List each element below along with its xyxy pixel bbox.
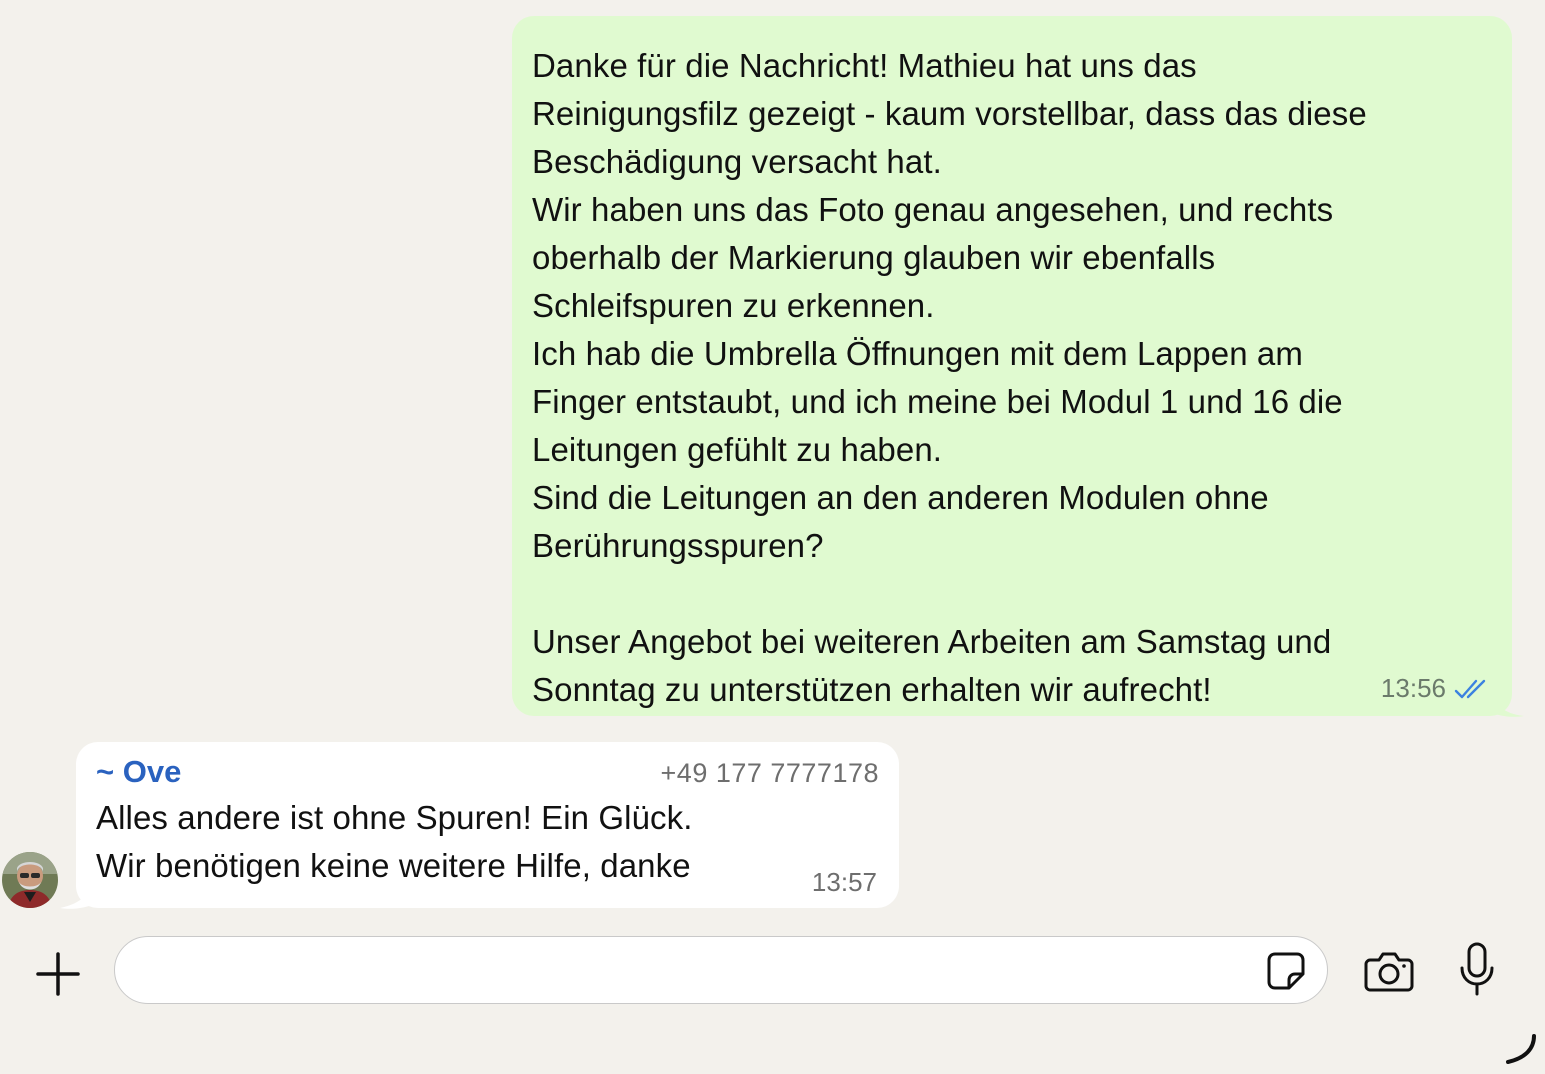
incoming-message-text: Alles andere ist ohne Spuren! Ein Glück.… [96,799,693,884]
incoming-message-bubble[interactable]: ~ Ove +49 177 7777178 Alles andere ist o… [76,742,899,908]
microphone-icon[interactable] [1458,942,1496,998]
double-check-read-icon [1454,679,1486,698]
chat-area[interactable]: Danke für die Nachricht! Mathieu hat uns… [0,0,1545,920]
outgoing-message-time: 13:56 [1380,673,1446,703]
incoming-message-time: 13:57 [811,867,877,897]
sticker-icon[interactable] [1265,950,1307,992]
plus-icon[interactable] [32,948,84,1000]
sender-phone: +49 177 7777178 [660,758,879,788]
outgoing-message-bubble[interactable]: Danke für die Nachricht! Mathieu hat uns… [512,16,1512,716]
user-avatar[interactable] [2,852,58,908]
avatar-icon [2,852,58,908]
message-composer [0,920,1545,1074]
outgoing-message-text: Danke für die Nachricht! Mathieu hat uns… [532,47,1367,708]
message-input[interactable] [114,936,1328,1004]
outgoing-bubble-tail [1490,690,1524,717]
incoming-message-header: ~ Ove +49 177 7777178 [96,754,879,794]
loading-indicator-icon [1506,1034,1536,1064]
sender-name[interactable]: ~ Ove [96,754,181,790]
camera-icon[interactable] [1364,950,1414,992]
outgoing-message-meta: 13:56 [1381,673,1494,704]
